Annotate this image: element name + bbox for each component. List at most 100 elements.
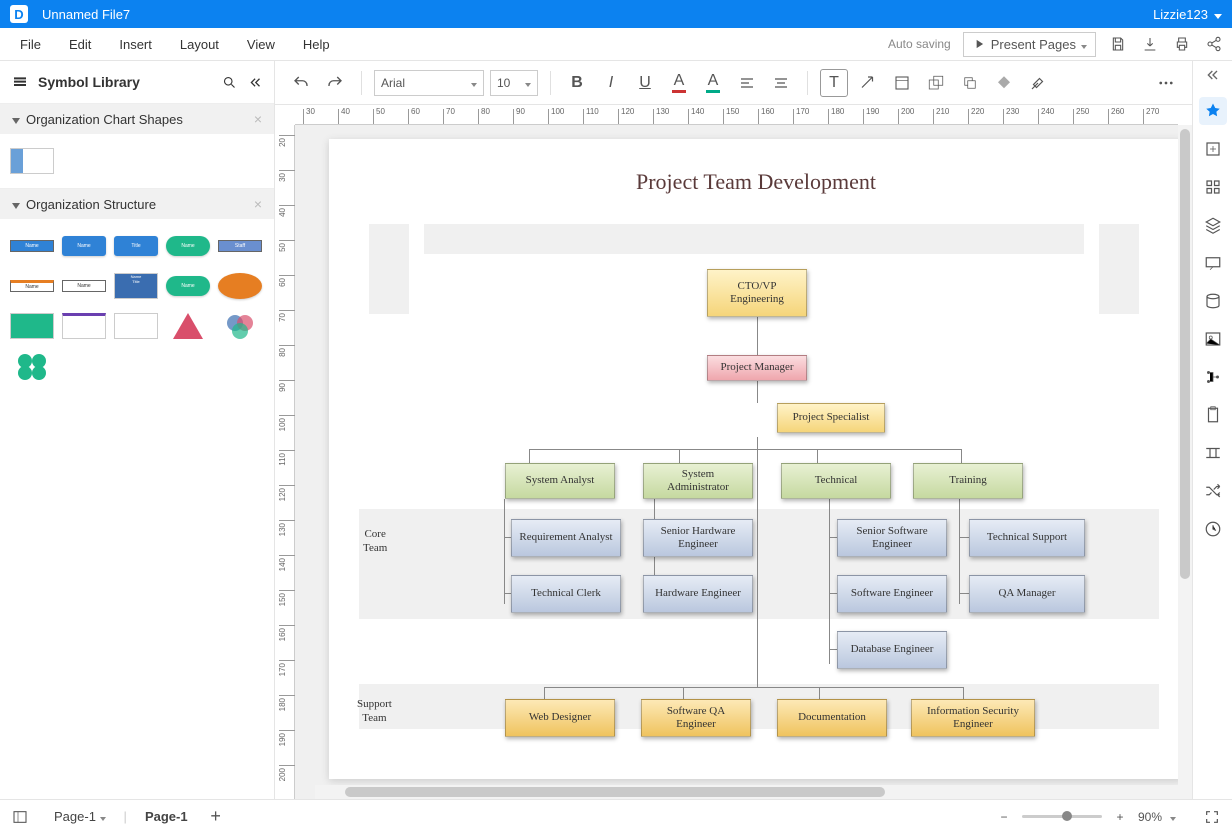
- font-size-select[interactable]: 10: [490, 70, 538, 96]
- undo-button[interactable]: [287, 69, 315, 97]
- lib-header-org-structure[interactable]: Organization Structure ×: [0, 189, 274, 219]
- page-tab-active[interactable]: Page-1: [135, 805, 198, 828]
- box-sys-admin[interactable]: System Administrator: [643, 463, 753, 499]
- box-documentation[interactable]: Documentation: [777, 699, 887, 737]
- box-technical[interactable]: Technical: [781, 463, 891, 499]
- shape-thumb[interactable]: Name: [166, 271, 210, 301]
- align-left-button[interactable]: [733, 69, 761, 97]
- image-panel-icon[interactable]: [1199, 325, 1227, 353]
- shape-thumb[interactable]: [218, 271, 262, 301]
- fullscreen-button[interactable]: [1202, 807, 1222, 827]
- box-sw-eng[interactable]: Software Engineer: [837, 575, 947, 613]
- shape-thumb[interactable]: Name: [10, 271, 54, 301]
- search-icon[interactable]: [222, 75, 237, 90]
- layers-panel-icon[interactable]: [1199, 211, 1227, 239]
- box-cto[interactable]: CTO/VP Engineering: [707, 269, 807, 317]
- box-req-analyst[interactable]: Requirement Analyst: [511, 519, 621, 557]
- data-panel-icon[interactable]: [1199, 287, 1227, 315]
- shape-thumb[interactable]: Name: [62, 231, 106, 261]
- shape-thumb[interactable]: NameTitle: [114, 271, 158, 301]
- shape-thumb[interactable]: [10, 351, 54, 381]
- page-tab-dropdown[interactable]: Page-1: [44, 805, 116, 828]
- menu-layout[interactable]: Layout: [168, 31, 231, 58]
- menu-file[interactable]: File: [8, 31, 53, 58]
- share-icon[interactable]: [1204, 34, 1224, 54]
- print-icon[interactable]: [1172, 34, 1192, 54]
- font-family-select[interactable]: Arial: [374, 70, 484, 96]
- shuffle-panel-icon[interactable]: [1199, 477, 1227, 505]
- close-icon[interactable]: ×: [254, 111, 262, 127]
- close-icon[interactable]: ×: [254, 196, 262, 212]
- page[interactable]: Project Team Development: [329, 139, 1183, 779]
- box-tech-support[interactable]: Technical Support: [969, 519, 1085, 557]
- more-options-button[interactable]: [1152, 69, 1180, 97]
- shape-thumb[interactable]: [218, 311, 262, 341]
- page-layout-icon[interactable]: [10, 807, 30, 827]
- collapse-sidebar-icon[interactable]: [247, 75, 262, 90]
- fill-button[interactable]: [990, 69, 1018, 97]
- save-icon[interactable]: [1108, 34, 1128, 54]
- vertical-scrollbar[interactable]: [1178, 125, 1192, 799]
- menu-insert[interactable]: Insert: [107, 31, 164, 58]
- horizontal-scrollbar[interactable]: [315, 785, 1178, 799]
- box-db-eng[interactable]: Database Engineer: [837, 631, 947, 669]
- box-web-designer[interactable]: Web Designer: [505, 699, 615, 737]
- clipboard-panel-icon[interactable]: [1199, 401, 1227, 429]
- text-tool-button[interactable]: T: [820, 69, 848, 97]
- box-ps[interactable]: Project Specialist: [777, 403, 885, 433]
- box-pm[interactable]: Project Manager: [707, 355, 807, 381]
- comment-panel-icon[interactable]: [1199, 249, 1227, 277]
- box-sw-qa[interactable]: Software QA Engineer: [641, 699, 751, 737]
- present-pages-button[interactable]: Present Pages: [963, 32, 1096, 57]
- zoom-in-button[interactable]: +: [1110, 807, 1130, 827]
- box-sr-sw[interactable]: Senior Software Engineer: [837, 519, 947, 557]
- user-menu[interactable]: Lizzie123: [1153, 7, 1222, 22]
- theme-panel-icon[interactable]: [1199, 97, 1227, 125]
- menu-view[interactable]: View: [235, 31, 287, 58]
- box-sr-hw[interactable]: Senior Hardware Engineer: [643, 519, 753, 557]
- add-page-button[interactable]: +: [206, 807, 226, 827]
- lib-header-org-chart[interactable]: Organization Chart Shapes ×: [0, 104, 274, 134]
- connector-button[interactable]: [854, 69, 882, 97]
- shape-thumb[interactable]: [10, 311, 54, 341]
- arrange-button[interactable]: [956, 69, 984, 97]
- export-panel-icon[interactable]: [1199, 135, 1227, 163]
- shape-thumb[interactable]: Name: [62, 271, 106, 301]
- group-button[interactable]: [922, 69, 950, 97]
- font-color-button[interactable]: A: [665, 69, 693, 97]
- shape-thumb[interactable]: Name: [166, 231, 210, 261]
- shape-thumb[interactable]: Title: [114, 231, 158, 261]
- box-hw-eng[interactable]: Hardware Engineer: [643, 575, 753, 613]
- underline-button[interactable]: U: [631, 69, 659, 97]
- redo-button[interactable]: [321, 69, 349, 97]
- zoom-slider[interactable]: [1022, 815, 1102, 818]
- shape-thumb[interactable]: [10, 146, 54, 176]
- italic-button[interactable]: I: [597, 69, 625, 97]
- box-sys-analyst[interactable]: System Analyst: [505, 463, 615, 499]
- shape-thumb[interactable]: Staff: [218, 231, 262, 261]
- app-logo-icon[interactable]: D: [10, 5, 28, 23]
- history-panel-icon[interactable]: [1199, 515, 1227, 543]
- shape-thumb[interactable]: [166, 311, 210, 341]
- grid-panel-icon[interactable]: [1199, 173, 1227, 201]
- canvas[interactable]: Project Team Development: [295, 125, 1192, 799]
- menu-help[interactable]: Help: [291, 31, 342, 58]
- download-icon[interactable]: [1140, 34, 1160, 54]
- align-panel-icon[interactable]: [1199, 439, 1227, 467]
- box-training[interactable]: Training: [913, 463, 1023, 499]
- box-qa-mgr[interactable]: QA Manager: [969, 575, 1085, 613]
- shape-thumb[interactable]: [114, 311, 158, 341]
- zoom-out-button[interactable]: −: [994, 807, 1014, 827]
- box-infosec[interactable]: Information Security Engineer: [911, 699, 1035, 737]
- box-tech-clerk[interactable]: Technical Clerk: [511, 575, 621, 613]
- tree-panel-icon[interactable]: [1199, 363, 1227, 391]
- shape-thumb[interactable]: [62, 311, 106, 341]
- menu-edit[interactable]: Edit: [57, 31, 103, 58]
- highlight-button[interactable]: A: [699, 69, 727, 97]
- align-vert-button[interactable]: [767, 69, 795, 97]
- expand-rail-icon[interactable]: [1205, 67, 1221, 87]
- container-button[interactable]: [888, 69, 916, 97]
- shape-thumb[interactable]: Name: [10, 231, 54, 261]
- bold-button[interactable]: B: [563, 69, 591, 97]
- zoom-level-label[interactable]: 90%: [1138, 810, 1162, 824]
